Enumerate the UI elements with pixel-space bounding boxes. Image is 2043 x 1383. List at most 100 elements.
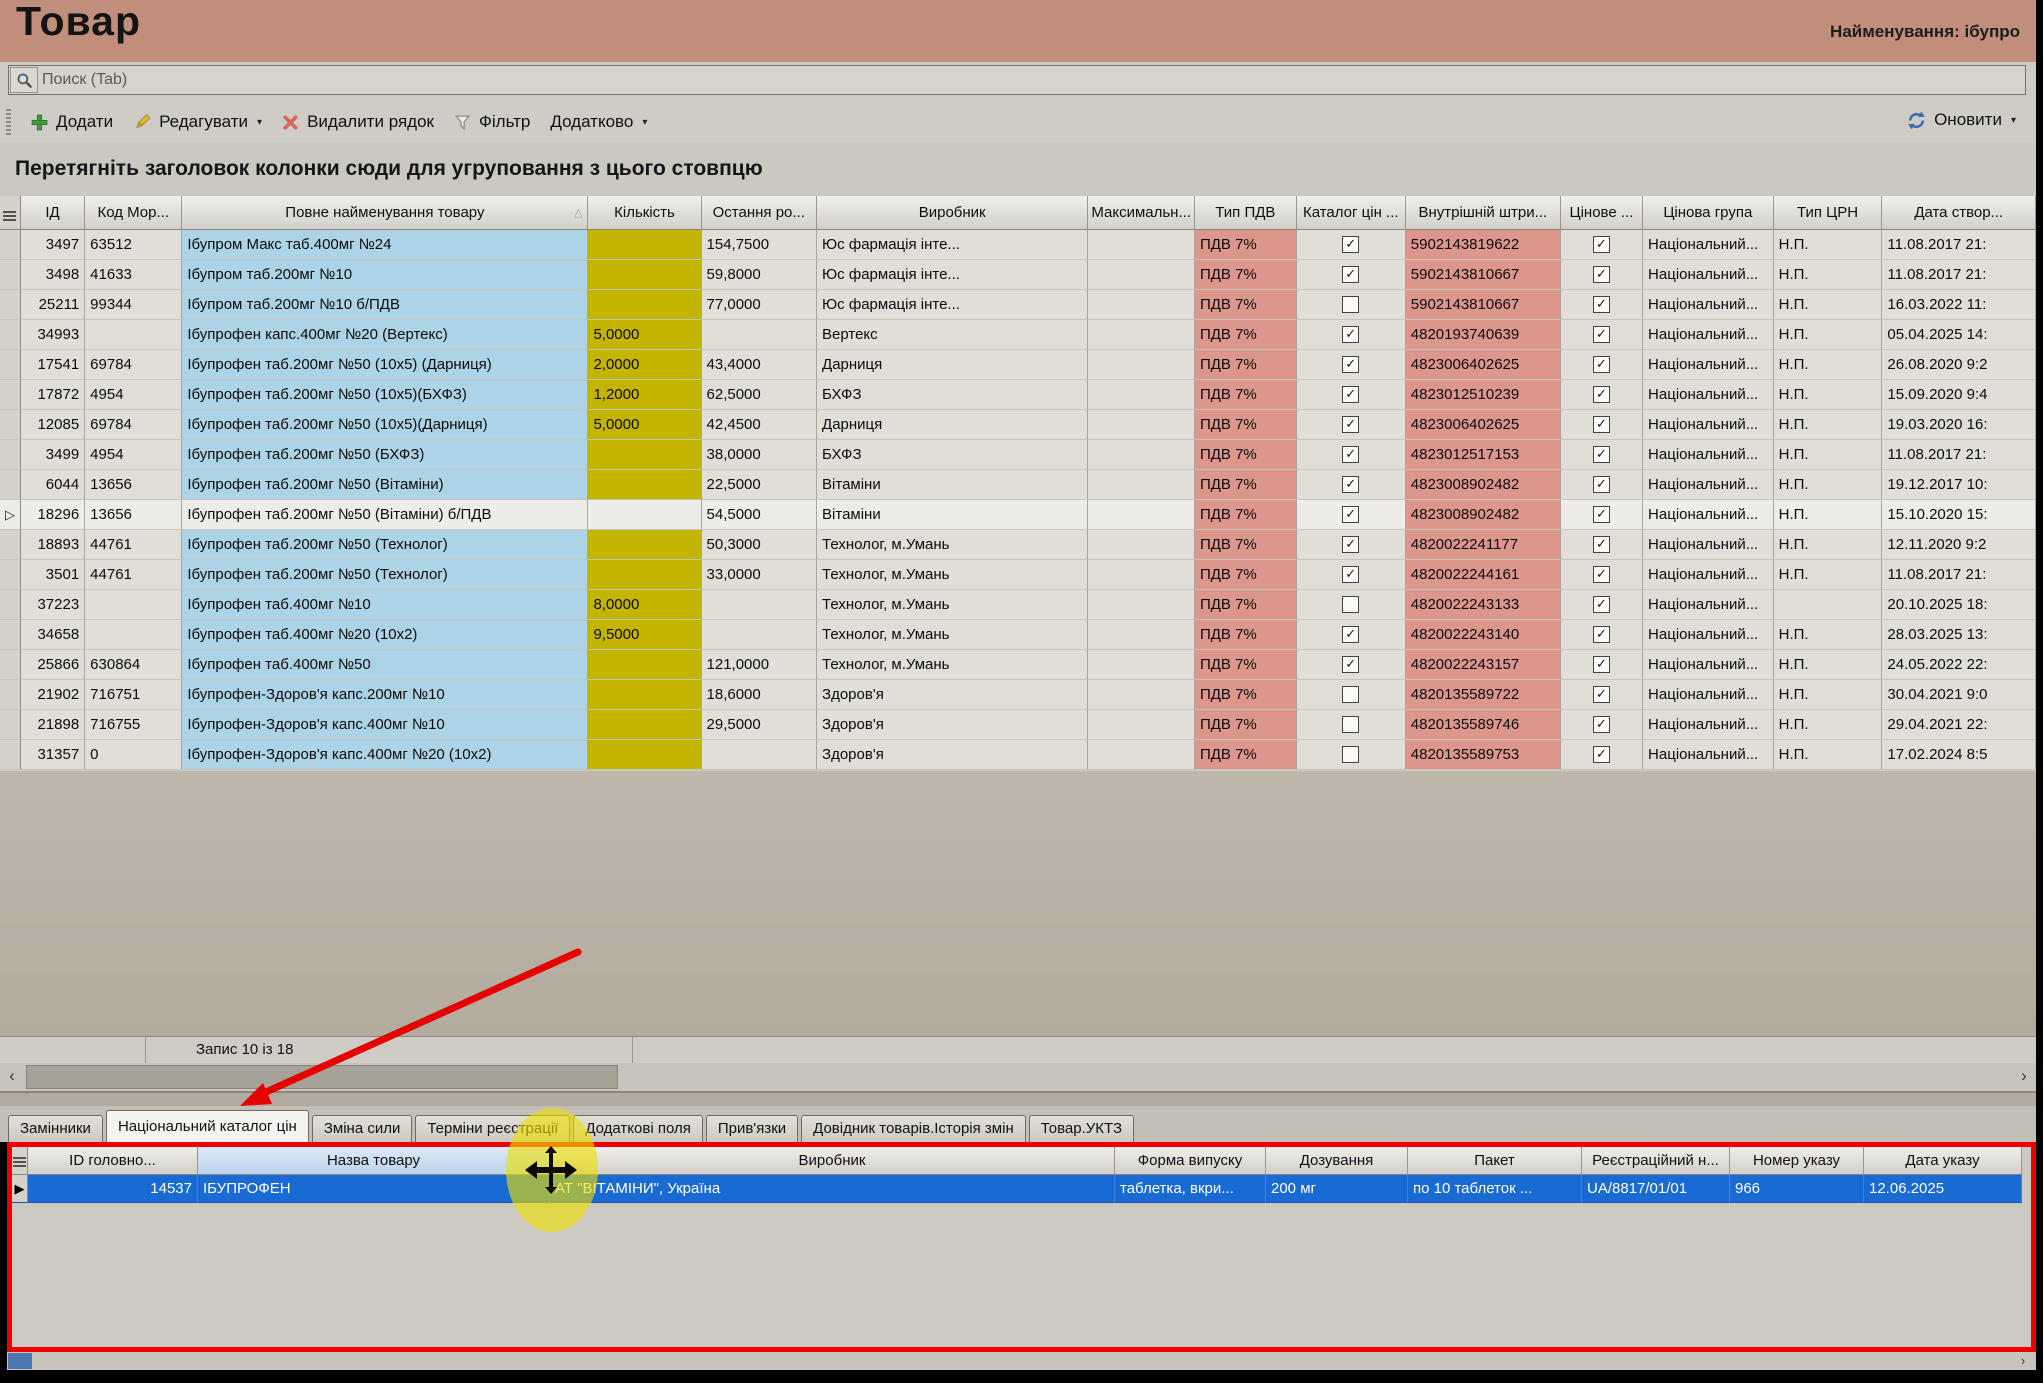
cell-barcode[interactable]: 4820135589746 <box>1406 710 1561 740</box>
cell-vat[interactable]: ПДВ 7% <box>1195 500 1297 530</box>
table-row[interactable]: 349841633Ібупром таб.200мг №1059,8000Юс … <box>0 260 2036 290</box>
cell-max[interactable] <box>1088 350 1195 380</box>
checkbox-checked-icon[interactable] <box>1593 656 1610 673</box>
cell-vat[interactable]: ПДВ 7% <box>1195 440 1297 470</box>
cell-qty[interactable] <box>588 470 701 500</box>
cell-reg[interactable]: UA/8817/01/01 <box>1582 1175 1730 1203</box>
cell-name[interactable]: Ібупрофен таб.200мг №50 (10х5)(БХФЗ) <box>182 380 588 410</box>
cell-code[interactable]: 13656 <box>85 470 182 500</box>
checkbox-checked-icon[interactable] <box>1593 326 1610 343</box>
cell-vat[interactable]: ПДВ 7% <box>1195 680 1297 710</box>
cell-vendor[interactable]: Здоров'я <box>817 710 1088 740</box>
cell-name[interactable]: ІБУПРОФЕН <box>198 1175 550 1203</box>
search-box[interactable] <box>8 65 2026 95</box>
cell-code[interactable]: 4954 <box>85 380 182 410</box>
cell-vendor[interactable]: Вітаміни <box>817 470 1088 500</box>
cell-barcode[interactable]: 4820022243133 <box>1406 590 1561 620</box>
cell-created[interactable]: 20.10.2025 18: <box>1882 590 2036 620</box>
cell-name[interactable]: Ібупром таб.200мг №10 <box>182 260 588 290</box>
cell-crn[interactable]: Н.П. <box>1774 650 1883 680</box>
cell-vendor[interactable]: Юс фармація інте... <box>817 290 1088 320</box>
cell-id[interactable]: 17872 <box>21 380 85 410</box>
cell-barcode[interactable]: 4823008902482 <box>1406 470 1561 500</box>
cell-last[interactable] <box>702 620 818 650</box>
cell-name[interactable]: Ібупрофен таб.200мг №50 (Технолог) <box>182 530 588 560</box>
cell-barcode[interactable]: 4820135589722 <box>1406 680 1561 710</box>
cell-name[interactable]: Ібупрофен таб.400мг №50 <box>182 650 588 680</box>
cell-name[interactable]: Ібупрофен-Здоров'я капс.400мг №20 (10х2) <box>182 740 588 770</box>
checkbox-checked-icon[interactable] <box>1593 386 1610 403</box>
cell-vendor[interactable]: Технолог, м.Умань <box>817 590 1088 620</box>
cell-created[interactable]: 24.05.2022 22: <box>1882 650 2036 680</box>
cell-crn[interactable] <box>1774 590 1883 620</box>
cell-vendor[interactable]: Юс фармація інте... <box>817 260 1088 290</box>
cell-vendor[interactable]: Здоров'я <box>817 680 1088 710</box>
cell-vat[interactable]: ПДВ 7% <box>1195 470 1297 500</box>
cell-crn[interactable]: Н.П. <box>1774 470 1883 500</box>
cell-last[interactable]: 77,0000 <box>702 290 818 320</box>
cell-max[interactable] <box>1088 410 1195 440</box>
cell-qty[interactable]: 1,2000 <box>588 380 701 410</box>
cell-id[interactable]: 37223 <box>21 590 85 620</box>
cell-vat[interactable]: ПДВ 7% <box>1195 740 1297 770</box>
cell-name[interactable]: Ібупрофен-Здоров'я капс.400мг №10 <box>182 710 588 740</box>
column-header-catalog[interactable]: Каталог цін ... <box>1297 196 1406 230</box>
cell-last[interactable]: 54,5000 <box>702 500 818 530</box>
cell-code[interactable] <box>85 590 182 620</box>
checkbox-checked-icon[interactable] <box>1593 536 1610 553</box>
cell-barcode[interactable]: 4820193740639 <box>1406 320 1561 350</box>
detail-horizontal-scrollbar[interactable]: › <box>7 1352 2036 1370</box>
scroll-right-arrow[interactable]: › <box>2012 1063 2036 1091</box>
checkbox-checked-icon[interactable] <box>1342 236 1359 253</box>
cell-group[interactable]: Національний... <box>1643 530 1774 560</box>
cell-code[interactable]: 0 <box>85 740 182 770</box>
cell-qty[interactable] <box>588 530 701 560</box>
table-row[interactable]: 178724954Ібупрофен таб.200мг №50 (10х5)(… <box>0 380 2036 410</box>
column-header-group[interactable]: Цінова група <box>1643 196 1774 230</box>
checkbox-checked-icon[interactable] <box>1593 236 1610 253</box>
cell-group[interactable]: Національний... <box>1643 590 1774 620</box>
cell-barcode[interactable]: 5902143810667 <box>1406 290 1561 320</box>
checkbox-checked-icon[interactable] <box>1342 386 1359 403</box>
column-header-vat[interactable]: Тип ПДВ <box>1195 196 1297 230</box>
checkbox-checked-icon[interactable] <box>1593 446 1610 463</box>
cell-created[interactable]: 26.08.2020 9:2 <box>1882 350 2036 380</box>
cell-qty[interactable]: 5,0000 <box>588 320 701 350</box>
checkbox-checked-icon[interactable] <box>1342 326 1359 343</box>
cell-max[interactable] <box>1088 530 1195 560</box>
checkbox-unchecked-icon[interactable] <box>1342 596 1359 613</box>
cell-max[interactable] <box>1088 260 1195 290</box>
cell-max[interactable] <box>1088 740 1195 770</box>
checkbox-checked-icon[interactable] <box>1593 596 1610 613</box>
table-row[interactable]: 1889344761Ібупрофен таб.200мг №50 (Техно… <box>0 530 2036 560</box>
checkbox-unchecked-icon[interactable] <box>1342 296 1359 313</box>
cell-crn[interactable]: Н.П. <box>1774 440 1883 470</box>
cell-group[interactable]: Національний... <box>1643 260 1774 290</box>
cell-last[interactable]: 29,5000 <box>702 710 818 740</box>
cell-group[interactable]: Національний... <box>1643 680 1774 710</box>
column-header-id[interactable]: ІД <box>21 196 85 230</box>
cell-name[interactable]: Ібупрофен таб.400мг №10 <box>182 590 588 620</box>
cell-name[interactable]: Ібупрофен-Здоров'я капс.200мг №10 <box>182 680 588 710</box>
scrollbar-thumb[interactable] <box>26 1065 618 1089</box>
column-header-vendor[interactable]: Виробник <box>817 196 1088 230</box>
cell-qty[interactable] <box>588 680 701 710</box>
cell-id[interactable]: 3497 <box>21 230 85 260</box>
cell-vendor[interactable]: Юс фармація інте... <box>817 230 1088 260</box>
cell-vat[interactable]: ПДВ 7% <box>1195 260 1297 290</box>
table-row[interactable]: 25866630864Ібупрофен таб.400мг №50121,00… <box>0 650 2036 680</box>
tab-tovar-uktz[interactable]: Товар.УКТЗ <box>1029 1115 1134 1142</box>
checkbox-checked-icon[interactable] <box>1342 476 1359 493</box>
cell-vendor[interactable]: БХФЗ <box>817 440 1088 470</box>
table-row[interactable]: ▷1829613656Ібупрофен таб.200мг №50 (Віта… <box>0 500 2036 530</box>
cell-id[interactable]: 12085 <box>21 410 85 440</box>
checkbox-checked-icon[interactable] <box>1593 746 1610 763</box>
column-header-price[interactable]: Цінове ... <box>1561 196 1643 230</box>
more-button[interactable]: Додатково▾ <box>540 108 657 136</box>
cell-barcode[interactable]: 4823012510239 <box>1406 380 1561 410</box>
cell-group[interactable]: Національний... <box>1643 410 1774 440</box>
cell-vat[interactable]: ПДВ 7% <box>1195 320 1297 350</box>
cell-crn[interactable]: Н.П. <box>1774 320 1883 350</box>
tab-zmina-syly[interactable]: Зміна сили <box>312 1115 413 1142</box>
cell-created[interactable]: 11.08.2017 21: <box>1882 230 2036 260</box>
